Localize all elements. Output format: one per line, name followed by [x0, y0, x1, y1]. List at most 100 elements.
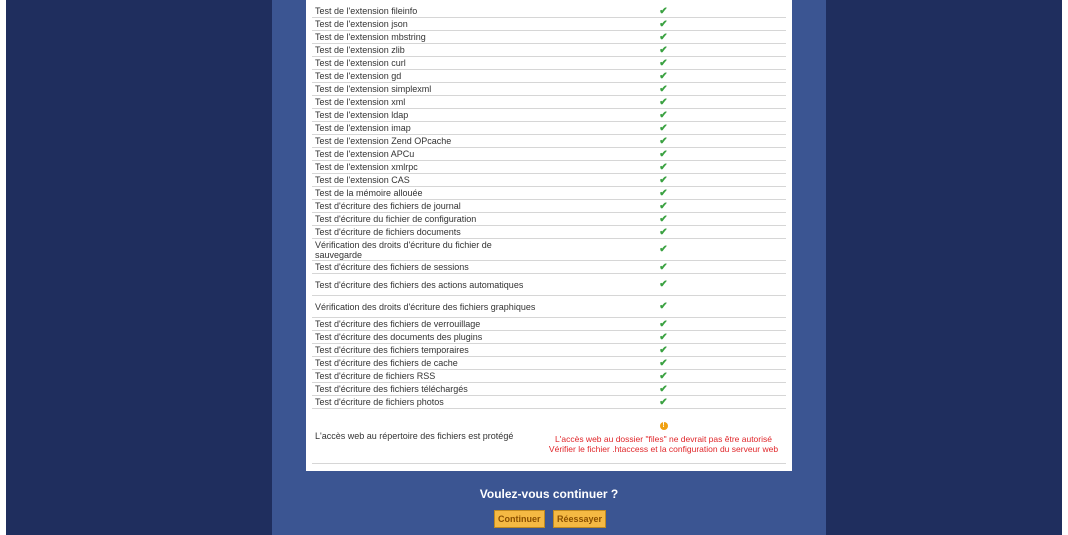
check-result: ✔	[538, 225, 786, 239]
check-result: ✔	[538, 134, 786, 148]
check-icon: ✔	[659, 370, 668, 382]
check-row: Test d'écriture des fichiers temporaires…	[312, 343, 786, 357]
warning-row: L'accès web au répertoire des fichiers e…	[312, 408, 786, 464]
check-label: Test d'écriture des fichiers de sessions	[312, 260, 538, 274]
check-row: Test de l'extension CAS ✔	[312, 173, 786, 187]
check-icon: ✔	[659, 109, 668, 121]
check-row: Test d'écriture de fichiers RSS ✔	[312, 369, 786, 383]
check-row: Test de l'extension imap ✔	[312, 121, 786, 135]
check-result: ✔	[538, 273, 786, 296]
check-row: Test de l'extension APCu ✔	[312, 147, 786, 161]
check-row: Test d'écriture des fichiers des actions…	[312, 273, 786, 296]
check-icon: ✔	[659, 261, 668, 273]
check-label: Test d'écriture des fichiers téléchargés	[312, 382, 538, 396]
check-result: ✔	[538, 95, 786, 109]
check-label: Test de la mémoire allouée	[312, 186, 538, 200]
check-row: Test d'écriture des fichiers de cache ✔	[312, 356, 786, 370]
check-row: Test de l'extension mbstring ✔	[312, 30, 786, 44]
continue-question: Voulez-vous continuer ?	[479, 487, 619, 501]
check-result: ✔	[538, 186, 786, 200]
check-row: Test de l'extension fileinfo ✔	[312, 5, 786, 18]
check-result: ✔	[538, 356, 786, 370]
check-result: ✔	[538, 82, 786, 96]
check-row: Test de la mémoire allouée ✔	[312, 186, 786, 200]
checks-table: Test de l'extension fileinfo ✔ Test de l'e…	[312, 5, 786, 464]
check-label: Test d'écriture des documents des plugin…	[312, 330, 538, 344]
check-result: ✔	[538, 317, 786, 331]
check-row: Vérification des droits d'écriture des f…	[312, 295, 786, 318]
check-row: Vérification des droits d'écriture du fi…	[312, 238, 786, 261]
check-result: ✔	[538, 382, 786, 396]
check-label: Test d'écriture des fichiers de verrouil…	[312, 317, 538, 331]
check-row: Test d'écriture des fichiers téléchargés…	[312, 382, 786, 396]
check-result: ✔	[538, 5, 786, 18]
check-row: Test de l'extension json ✔	[312, 17, 786, 31]
check-row: Test de l'extension gd ✔	[312, 69, 786, 83]
check-result: ✔	[538, 330, 786, 344]
warning-message-line2: Vérifier le fichier .htaccess et la conf…	[548, 443, 779, 454]
continue-button[interactable]: Continuer	[494, 510, 545, 528]
check-result: ✔	[538, 160, 786, 174]
check-label: Test d'écriture des fichiers de cache	[312, 356, 538, 370]
check-icon: ✔	[659, 331, 668, 343]
check-icon: ✔	[659, 187, 668, 199]
check-icon: ✔	[659, 135, 668, 147]
check-row: Test de l'extension zlib ✔	[312, 43, 786, 57]
check-icon: ✔	[659, 70, 668, 82]
check-row: Test d'écriture des fichiers de verrouil…	[312, 317, 786, 331]
check-result: ✔	[538, 17, 786, 31]
check-label: Test de l'extension CAS	[312, 173, 538, 187]
check-row: Test de l'extension Zend OPcache ✔	[312, 134, 786, 148]
check-row: Test d'écriture du fichier de configurat…	[312, 212, 786, 226]
check-result: ✔	[538, 30, 786, 44]
check-icon: ✔	[659, 161, 668, 173]
check-icon: ✔	[659, 344, 668, 356]
check-label: Test de l'extension APCu	[312, 147, 538, 161]
warning-icon: !	[659, 421, 668, 430]
check-label: Test d'écriture des fichiers temporaires	[312, 343, 538, 357]
check-row: Test de l'extension ldap ✔	[312, 108, 786, 122]
check-result: ✔	[538, 295, 786, 318]
check-label: Test de l'extension zlib	[312, 43, 538, 57]
check-label: Test de l'extension Zend OPcache	[312, 134, 538, 148]
check-icon: ✔	[659, 174, 668, 186]
warning-label: L'accès web au répertoire des fichiers e…	[312, 408, 538, 464]
check-icon: ✔	[659, 57, 668, 69]
check-label: Test de l'extension simplexml	[312, 82, 538, 96]
check-icon: ✔	[659, 244, 668, 255]
check-icon: ✔	[659, 396, 668, 408]
check-label: Test d'écriture de fichiers photos	[312, 395, 538, 409]
checks-card: Test de l'extension fileinfo ✔ Test de l'e…	[306, 0, 792, 471]
check-icon: ✔	[659, 122, 668, 134]
check-result: ✔	[538, 56, 786, 70]
check-icon: ✔	[659, 5, 668, 17]
check-result: ✔	[538, 69, 786, 83]
check-label: Test d'écriture de fichiers documents	[312, 225, 538, 239]
check-label: Test de l'extension xml	[312, 95, 538, 109]
check-label: Vérification des droits d'écriture des f…	[312, 295, 538, 318]
check-result: ✔	[538, 199, 786, 213]
check-icon: ✔	[659, 31, 668, 43]
check-row: Test de l'extension curl ✔	[312, 56, 786, 70]
retry-button[interactable]: Réessayer	[553, 510, 607, 528]
check-icon: ✔	[659, 279, 668, 290]
check-icon: ✔	[659, 226, 668, 238]
check-icon: ✔	[659, 301, 668, 312]
check-icon: ✔	[659, 148, 668, 160]
check-row: Test d'écriture de fichiers documents ✔	[312, 225, 786, 239]
check-icon: ✔	[659, 96, 668, 108]
check-icon: ✔	[659, 200, 668, 212]
check-label: Vérification des droits d'écriture du fi…	[312, 238, 538, 261]
check-label: Test d'écriture de fichiers RSS	[312, 369, 538, 383]
check-result: ✔	[538, 173, 786, 187]
check-result: ✔	[538, 260, 786, 274]
check-result: ✔	[538, 238, 786, 261]
check-result: ✔	[538, 395, 786, 409]
check-row: Test d'écriture des fichiers de journal ✔	[312, 199, 786, 213]
warning-result: ! L'accès web au dossier "files" ne devra…	[538, 408, 786, 464]
check-result: ✔	[538, 43, 786, 57]
check-label: Test de l'extension mbstring	[312, 30, 538, 44]
check-label: Test de l'extension xmlrpc	[312, 160, 538, 174]
check-label: Test de l'extension curl	[312, 56, 538, 70]
check-label: Test d'écriture des fichiers de journal	[312, 199, 538, 213]
